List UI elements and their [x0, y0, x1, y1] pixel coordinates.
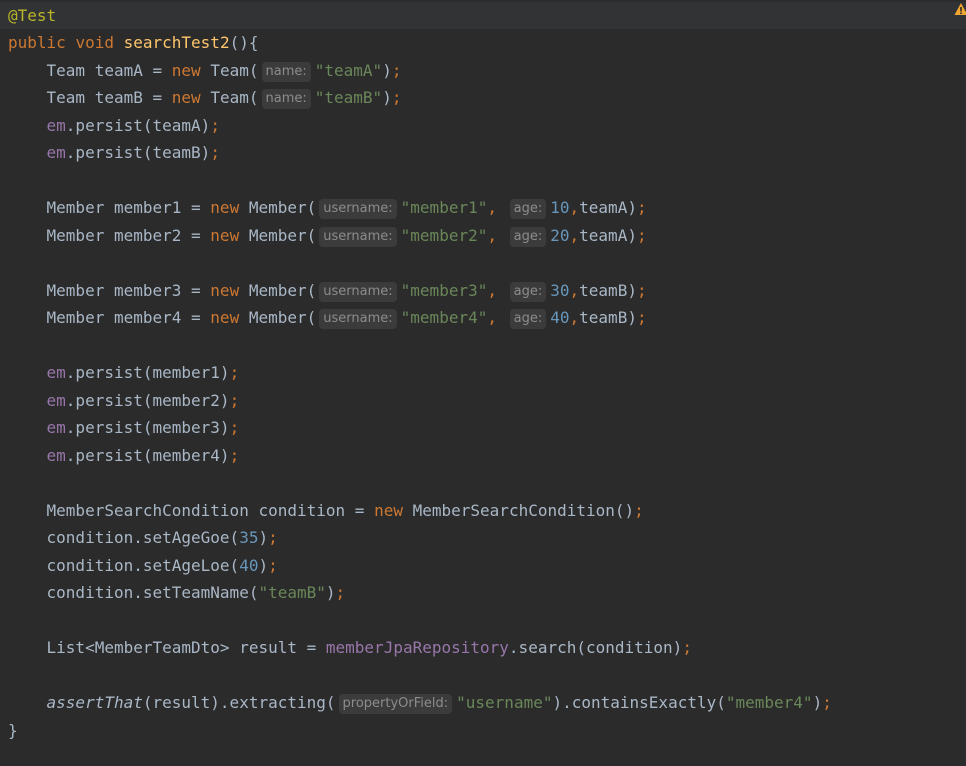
- code-line-condition-decl: MemberSearchCondition condition = new Me…: [46, 501, 644, 520]
- warning-icon[interactable]: [954, 2, 966, 16]
- code-line-set-age-loe: condition.setAgeLoe(40);: [8, 556, 278, 575]
- parameter-hint: username:: [319, 199, 397, 219]
- code-line-persist-member2: em.persist(member2);: [46, 391, 240, 410]
- code-line-persist-team-a: em.persist(teamA);: [46, 116, 220, 135]
- parameter-hint: name:: [261, 89, 311, 109]
- parameter-hint: age:: [509, 309, 547, 329]
- parameter-hint: age:: [509, 282, 547, 302]
- code-line-method-signature: public void searchTest2(){: [8, 33, 259, 52]
- parameter-hint: age:: [509, 199, 547, 219]
- code-line-persist-team-b: em.persist(teamB);: [46, 143, 220, 162]
- code-editor[interactable]: @Test public void searchTest2(){ Team te…: [0, 0, 966, 766]
- parameter-hint: name:: [261, 62, 311, 82]
- parameter-hint: propertyOrField:: [338, 694, 453, 714]
- code-line-member3: Member member3 = new Member(username: "me…: [46, 281, 647, 302]
- code-line-team-a: Team teamA = new Team(name: "teamA");: [46, 61, 402, 82]
- code-line-persist-member3: em.persist(member3);: [46, 418, 240, 437]
- parameter-hint: username:: [319, 227, 397, 247]
- code-line-team-b: Team teamB = new Team(name: "teamB");: [46, 88, 402, 109]
- code-line-member4: Member member4 = new Member(username: "me…: [46, 308, 647, 329]
- code-line-member1: Member member1 = new Member(username: "me…: [46, 198, 647, 219]
- parameter-hint: age:: [509, 227, 547, 247]
- code-line-set-age-goe: condition.setAgeGoe(35);: [8, 528, 278, 547]
- code-line-closing-brace: }: [8, 721, 18, 740]
- parameter-hint: username:: [319, 309, 397, 329]
- code-line-search-result: List<MemberTeamDto> result = memberJpaRe…: [8, 638, 692, 657]
- parameter-hint: username:: [319, 282, 397, 302]
- code-line-assert: assertThat(result).extracting(propertyOr…: [46, 693, 832, 714]
- code-line-annotation: @Test: [0, 2, 966, 29]
- code-line-persist-member4: em.persist(member4);: [46, 446, 240, 465]
- code-line-member2: Member member2 = new Member(username: "me…: [46, 226, 647, 247]
- code-line-persist-member1: em.persist(member1);: [46, 363, 240, 382]
- code-line-set-team-name: condition.setTeamName("teamB");: [8, 583, 346, 602]
